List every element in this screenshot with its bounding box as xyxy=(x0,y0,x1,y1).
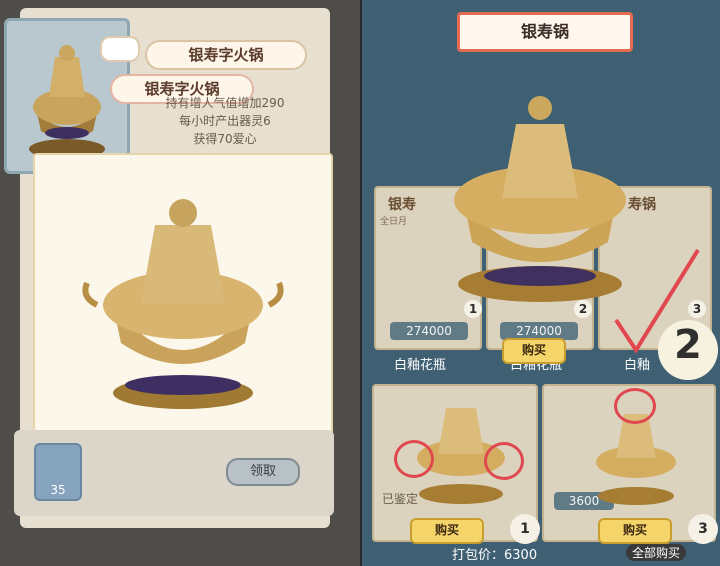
checkmark-icon xyxy=(614,248,700,354)
buy-button-2[interactable]: 购买 xyxy=(598,518,672,544)
card-1-price: 274000 xyxy=(390,322,468,340)
buy-button-top[interactable]: 购买 xyxy=(502,338,566,364)
card-1-label: 白釉花瓶 xyxy=(394,358,447,373)
step-1-badge: 1 xyxy=(510,514,540,544)
gem-count: 35 xyxy=(50,483,66,497)
left-panel: 银寿字火锅 银寿字火锅 持有增人气值增加290 每小时产出器灵6 获得70爱心 … xyxy=(0,0,360,566)
gem-icon: 35 xyxy=(34,443,82,501)
desc-line-2: 每小时产出器灵6 xyxy=(179,114,271,128)
highlight-circle-2 xyxy=(484,442,524,480)
card-1-tag: 全日月 xyxy=(380,217,408,227)
desc-line-1: 持有增人气值增加290 xyxy=(165,96,285,110)
description: 持有增人气值增加290 每小时产出器灵6 获得70爱心 xyxy=(150,94,300,148)
highlight-circle-3 xyxy=(614,388,656,424)
paw-badge xyxy=(100,36,140,62)
highlight-circle-1 xyxy=(394,440,434,478)
buy-all-button[interactable]: 全部购买 xyxy=(626,544,687,561)
claim-button[interactable]: 领取 xyxy=(226,458,300,486)
step-3-badge: 3 xyxy=(688,514,718,544)
card-1-title: 银寿 xyxy=(388,197,416,213)
desc-line-3: 获得70爱心 xyxy=(193,132,257,146)
item-name-tag: 银寿字火锅 xyxy=(145,40,307,70)
item-popup xyxy=(33,153,333,453)
hotpot-large-icon xyxy=(82,199,284,409)
right-panel: 银寿锅 银寿 全日月 274000 1 274000 2 寿锅 3 白釉花瓶 白… xyxy=(362,0,720,566)
buy-button-1[interactable]: 购买 xyxy=(410,518,484,544)
shop-title: 银寿锅 xyxy=(457,12,633,52)
pack-price: 打包价：6300 xyxy=(452,548,538,563)
